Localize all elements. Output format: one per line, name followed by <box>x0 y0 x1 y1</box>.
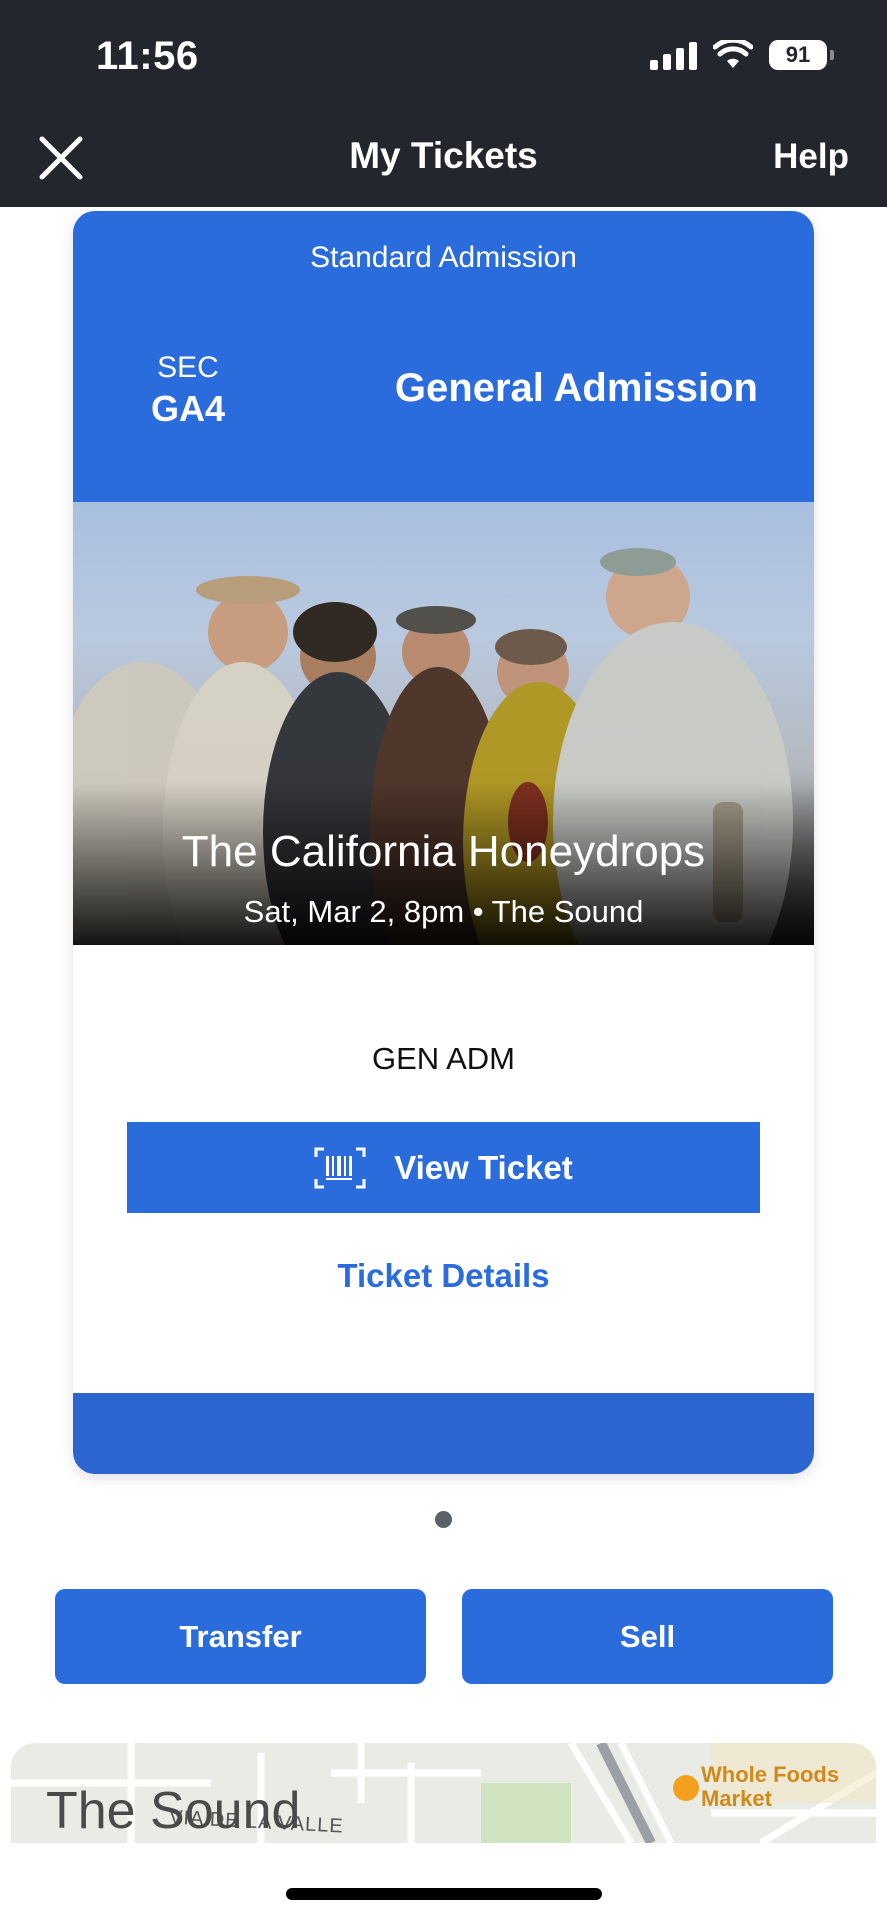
entry-label: GEN ADM <box>372 1041 515 1076</box>
event-name: The California Honeydrops <box>181 827 706 876</box>
ticket-card: Standard Admission SEC GA4 General Admis… <box>73 211 814 1474</box>
transfer-button[interactable]: Transfer <box>55 1589 426 1684</box>
page-title: My Tickets <box>349 135 538 176</box>
page-indicator-dot <box>435 1511 452 1528</box>
ticket-footer-band <box>73 1393 814 1474</box>
barcode-icon <box>314 1147 366 1188</box>
venue-map[interactable]: Whole Foods Market VIA DE LA VALLE The S… <box>11 1743 876 1843</box>
event-photo <box>73 502 814 945</box>
event-date-venue: Sat, Mar 2, 8pm • The Sound <box>243 894 644 929</box>
poi-label: Whole Foods Market <box>701 1762 840 1811</box>
sell-button[interactable]: Sell <box>462 1589 833 1684</box>
ticket-header: Standard Admission SEC GA4 General Admis… <box>73 211 814 502</box>
top-bar: 11:56 91 My Tickets Help <box>0 0 887 207</box>
signal-icon <box>650 40 697 70</box>
wifi-icon <box>713 40 753 68</box>
section-value: GA4 <box>150 388 226 429</box>
help-button[interactable]: Help <box>773 137 849 177</box>
map-venue-name: The Sound <box>46 1782 301 1840</box>
section-label: SEC <box>157 351 219 384</box>
status-time: 11:56 <box>96 34 199 78</box>
battery-icon: 91 <box>769 40 834 70</box>
section-name: General Admission <box>394 366 758 410</box>
ticket-details-link[interactable]: Ticket Details <box>73 1257 814 1295</box>
status-icons: 91 <box>650 40 834 70</box>
view-ticket-button[interactable]: View Ticket <box>127 1122 760 1213</box>
store-icon <box>673 1775 699 1801</box>
admission-type: Standard Admission <box>310 241 577 274</box>
band-photo-illustration <box>73 548 814 945</box>
view-ticket-label: View Ticket <box>394 1148 573 1186</box>
home-indicator[interactable] <box>286 1888 602 1900</box>
